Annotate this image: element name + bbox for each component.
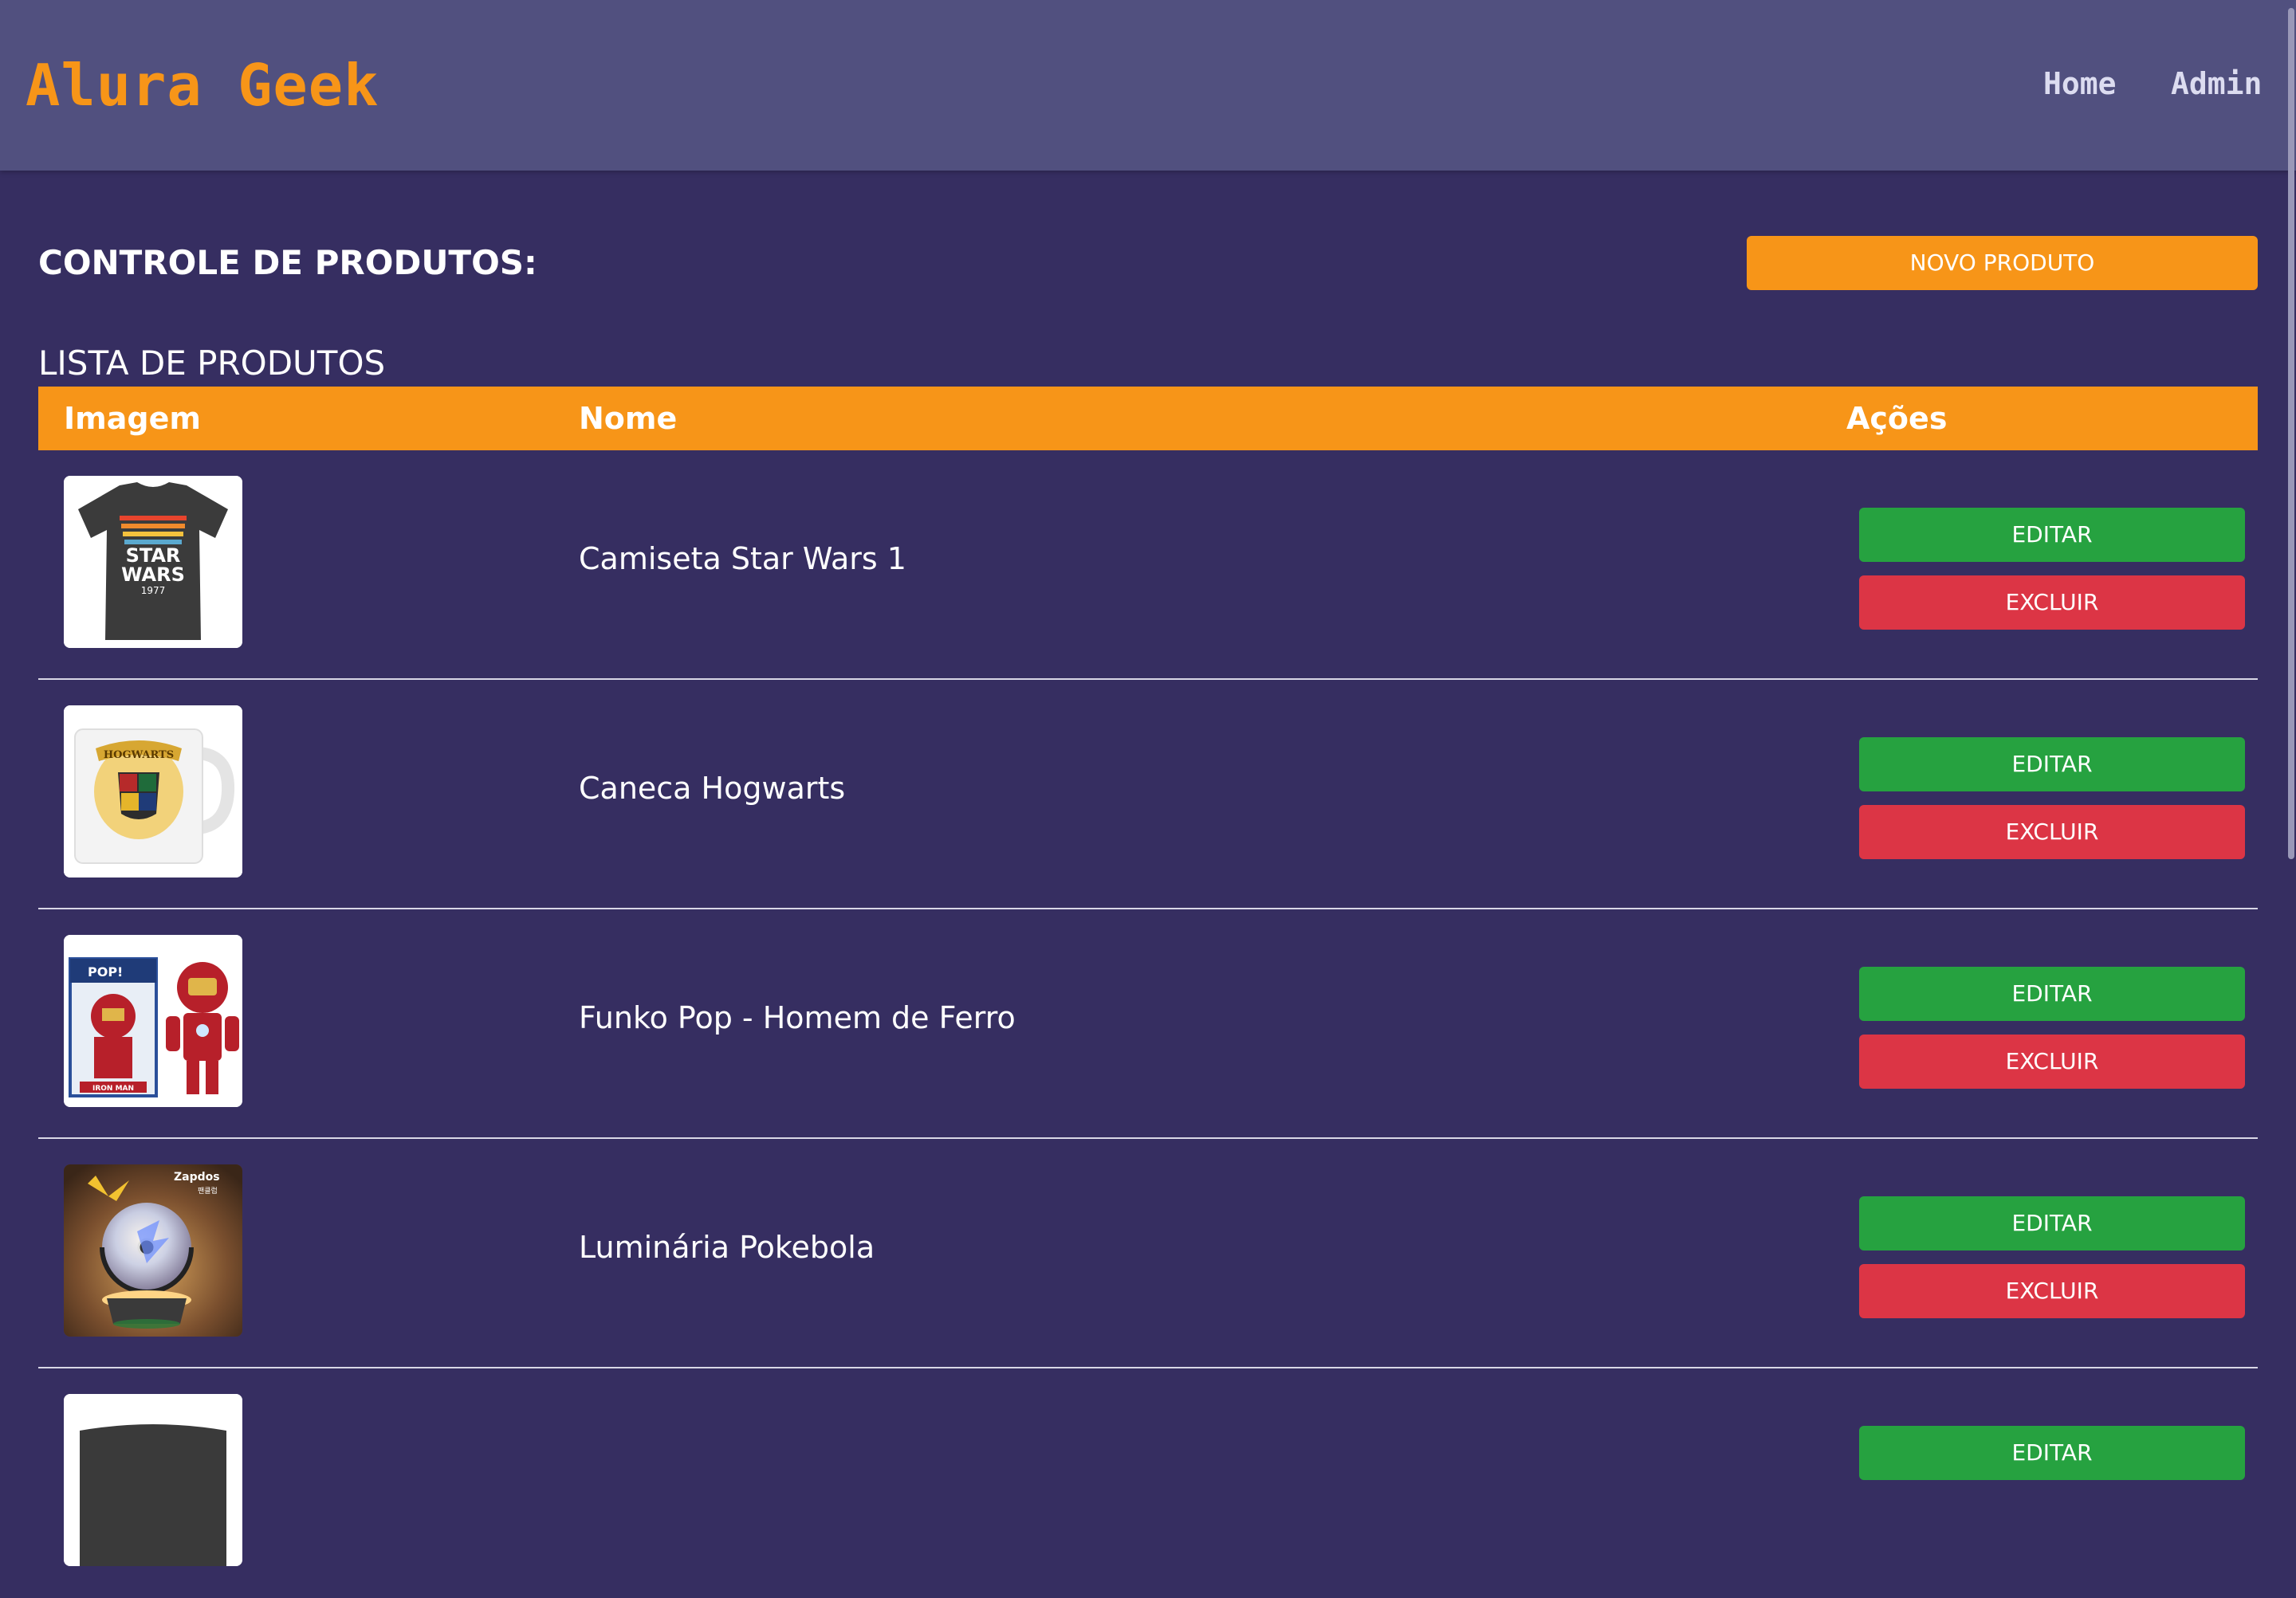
- new-product-button[interactable]: NOVO PRODUTO: [1747, 236, 2258, 290]
- delete-button[interactable]: EXCLUIR: [1859, 1035, 2245, 1089]
- star-wars-tshirt-image: STAR WARS 1977: [64, 476, 242, 648]
- edit-button[interactable]: EDITAR: [1859, 737, 2245, 791]
- product-image: [64, 1394, 242, 1566]
- site-logo[interactable]: Alura Geek: [26, 49, 379, 121]
- product-name: Caneca Hogwarts: [579, 771, 846, 806]
- site-header: Alura Geek Home Admin: [0, 0, 2296, 171]
- edit-button[interactable]: EDITAR: [1859, 508, 2245, 562]
- tshirt-print-year: 1977: [141, 585, 166, 596]
- column-header-actions: Ações: [1846, 401, 1948, 436]
- table-row: Zapdos 팬클럽 Luminária Pokebola EDITAR EXC…: [38, 1139, 2258, 1368]
- product-5-image: [64, 1394, 242, 1566]
- pokeball-lamp-image: Zapdos 팬클럽: [64, 1164, 242, 1337]
- product-name: Luminária Pokebola: [579, 1230, 875, 1265]
- table-row: HOGWARTS Caneca Hogwarts EDITAR EXCLUIR: [38, 680, 2258, 909]
- product-image: HOGWARTS: [64, 705, 242, 878]
- edit-button[interactable]: EDITAR: [1859, 967, 2245, 1021]
- lamp-title-text: Zapdos: [174, 1171, 220, 1184]
- table-row: STAR WARS 1977 Camiseta Star Wars 1 EDIT…: [38, 450, 2258, 680]
- scrollbar[interactable]: [2285, 0, 2296, 1435]
- page-title: CONTROLE DE PRODUTOS:: [38, 243, 537, 282]
- funko-box-name: IRON MAN: [92, 1085, 134, 1093]
- product-list-title: LISTA DE PRODUTOS: [38, 344, 386, 383]
- edit-button[interactable]: EDITAR: [1859, 1196, 2245, 1251]
- product-image: POP! IRON MAN: [64, 935, 242, 1107]
- scrollbar-thumb[interactable]: [2288, 8, 2294, 859]
- delete-button[interactable]: EXCLUIR: [1859, 805, 2245, 859]
- column-header-name: Nome: [579, 401, 678, 436]
- delete-button[interactable]: EXCLUIR: [1859, 1264, 2245, 1318]
- nav-home-link[interactable]: Home: [2043, 64, 2117, 104]
- hogwarts-mug-image: HOGWARTS: [64, 705, 242, 878]
- funko-brand-text: POP!: [88, 964, 123, 980]
- edit-button[interactable]: EDITAR: [1859, 1426, 2245, 1480]
- table-row: EDITAR: [38, 1368, 2258, 1598]
- delete-button[interactable]: EXCLUIR: [1859, 575, 2245, 630]
- column-header-image: Imagem: [64, 401, 201, 436]
- product-image: Zapdos 팬클럽: [64, 1164, 242, 1337]
- lamp-subtitle-text: 팬클럽: [198, 1187, 218, 1196]
- table-header: Imagem Nome Ações: [38, 387, 2258, 450]
- iron-man-funko-image: POP! IRON MAN: [64, 935, 242, 1107]
- nav-admin-link[interactable]: Admin: [2171, 64, 2262, 104]
- tshirt-print-text-2: WARS: [121, 563, 185, 586]
- product-image: STAR WARS 1977: [64, 476, 242, 648]
- mug-print-text: HOGWARTS: [104, 749, 174, 761]
- product-name: Camiseta Star Wars 1: [579, 541, 906, 576]
- product-name: Funko Pop - Homem de Ferro: [579, 1000, 1016, 1035]
- table-row: POP! IRON MAN Funko Pop - Homem de Ferro…: [38, 909, 2258, 1139]
